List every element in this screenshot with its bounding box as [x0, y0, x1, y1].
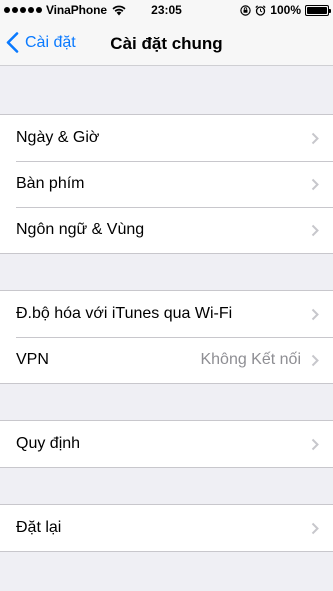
row-label: Bàn phím — [16, 175, 85, 192]
chevron-right-icon — [311, 178, 319, 190]
battery-icon — [305, 4, 331, 16]
status-bar: VinaPhone 23:05 100% — [0, 0, 333, 22]
orientation-lock-icon — [240, 4, 251, 16]
alarm-icon — [255, 4, 266, 16]
chevron-right-icon — [311, 132, 319, 144]
settings-row-keyboard[interactable]: Bàn phím — [0, 161, 333, 207]
chevron-right-icon — [311, 224, 319, 236]
settings-group-reset: Đặt lại — [0, 504, 333, 552]
chevron-right-icon — [311, 522, 319, 534]
row-label: Quy định — [16, 435, 81, 452]
status-right: 100% — [240, 3, 331, 17]
settings-group-regulatory: Quy định — [0, 420, 333, 468]
settings-group-datetime: Ngày & Giờ Bàn phím Ngôn ngữ & Vùng — [0, 114, 333, 254]
row-label: Ngôn ngữ & Vùng — [16, 221, 145, 238]
navigation-bar: Cài đặt Cài đặt chung — [0, 22, 333, 66]
chevron-right-icon — [311, 354, 319, 366]
settings-group-sync: Đ.bộ hóa với iTunes qua Wi-Fi VPN Không … — [0, 290, 333, 384]
settings-row-vpn[interactable]: VPN Không Kết nối — [0, 337, 333, 383]
row-label: Đ.bộ hóa với iTunes qua Wi-Fi — [16, 305, 233, 322]
chevron-right-icon — [311, 308, 319, 320]
row-label: VPN — [16, 351, 49, 368]
settings-row-reset[interactable]: Đặt lại — [0, 505, 333, 551]
page-title: Cài đặt chung — [110, 34, 223, 53]
row-label: Ngày & Giờ — [16, 129, 100, 146]
settings-row-language-region[interactable]: Ngôn ngữ & Vùng — [0, 207, 333, 253]
battery-percentage: 100% — [270, 3, 301, 17]
settings-row-date-time[interactable]: Ngày & Giờ — [0, 115, 333, 161]
settings-row-itunes-wifi-sync[interactable]: Đ.bộ hóa với iTunes qua Wi-Fi — [0, 291, 333, 337]
vpn-status-value: Không Kết nối — [200, 351, 301, 368]
settings-list: Ngày & Giờ Bàn phím Ngôn ngữ & Vùng Đ.bộ… — [0, 67, 333, 552]
chevron-right-icon — [311, 438, 319, 450]
settings-row-regulatory[interactable]: Quy định — [0, 421, 333, 467]
row-label: Đặt lại — [16, 519, 62, 536]
